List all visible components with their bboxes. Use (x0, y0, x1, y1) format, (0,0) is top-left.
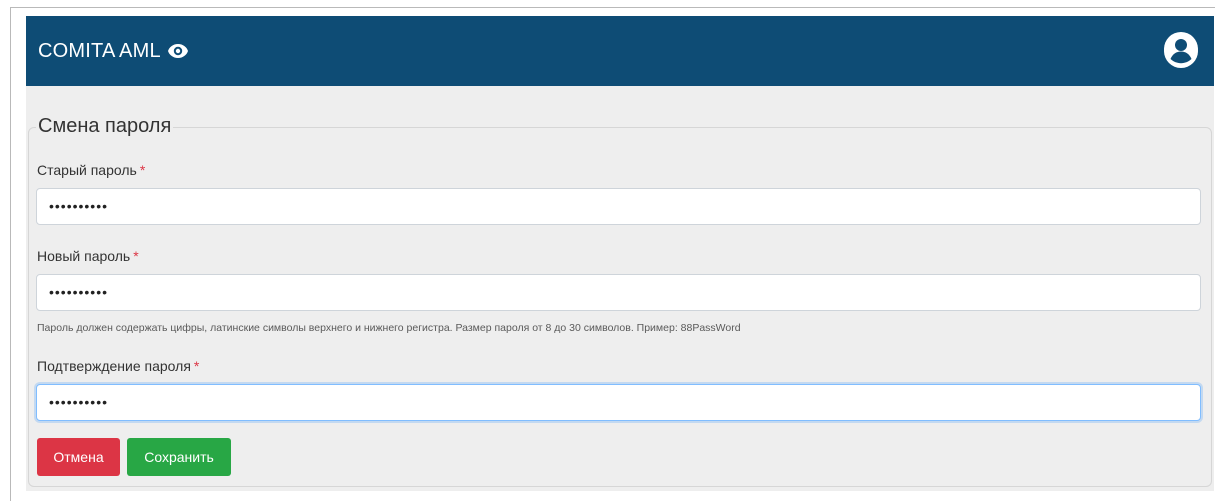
new-password-label-text: Новый пароль (37, 248, 131, 264)
brand-title: COMITA AML (38, 40, 161, 62)
user-circle-icon (1164, 31, 1198, 71)
brand[interactable]: COMITA AML (38, 38, 189, 64)
required-mark: * (133, 248, 139, 264)
confirm-password-field[interactable]: •••••••••• (36, 384, 1201, 421)
cancel-button[interactable]: Отмена (37, 438, 120, 476)
page-title: Смена пароля (36, 113, 174, 139)
required-mark: * (193, 358, 200, 374)
old-password-label-text: Старый пароль (37, 162, 137, 178)
confirm-password-label: Подтверждение пароля * (37, 357, 199, 375)
user-menu-button[interactable] (1164, 31, 1198, 71)
eye-icon (167, 43, 189, 59)
new-password-field[interactable]: •••••••••• (36, 274, 1201, 311)
confirm-password-label-text: Подтверждение пароля (37, 358, 191, 374)
password-hint: Пароль должен содержать цифры, латинские… (37, 322, 741, 334)
top-navbar: COMITA AML (26, 16, 1214, 86)
change-password-panel: Смена пароля Старый пароль * •••••••••• Н… (26, 86, 1214, 491)
old-password-label: Старый пароль * (37, 161, 145, 179)
save-button[interactable]: Сохранить (127, 438, 231, 476)
new-password-label: Новый пароль * (37, 247, 139, 265)
old-password-field[interactable]: •••••••••• (36, 188, 1201, 225)
required-mark: * (139, 162, 146, 178)
